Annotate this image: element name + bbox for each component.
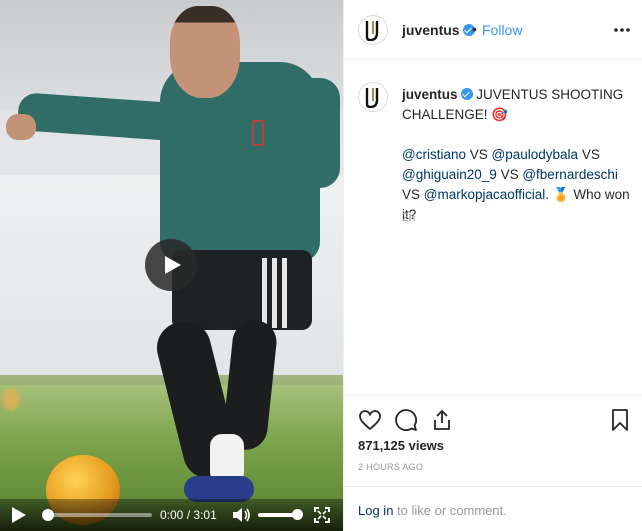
juventus-logo [365, 88, 379, 108]
post-sidebar: juventus • Follow juventus JUVENTUS SHOO… [343, 0, 642, 531]
target-emoji: 🎯 [491, 107, 509, 122]
caption-text: juventus JUVENTUS SHOOTING CHALLENGE! 🎯 … [402, 85, 633, 225]
player-arm [290, 78, 340, 188]
mention-link[interactable]: @paulodybala [492, 147, 579, 162]
post-video[interactable]: 0:00 / 3:01 [0, 0, 343, 531]
video-controls: 0:00 / 3:01 [0, 499, 343, 531]
mention-link[interactable]: @fbernardeschi [522, 167, 618, 182]
login-prompt: Log in to like or comment. [358, 503, 507, 518]
more-options-icon[interactable] [612, 20, 632, 40]
share-icon[interactable] [430, 408, 454, 432]
seek-bar[interactable] [42, 513, 152, 517]
login-suffix: to like or comment. [393, 503, 507, 518]
play-button[interactable] [145, 239, 197, 291]
player-hand [6, 114, 36, 140]
jersey-crest [252, 120, 264, 146]
post-header: juventus • Follow [344, 0, 642, 60]
mention-link[interactable]: @cristiano [402, 147, 466, 162]
mention-link[interactable]: @ghiguain20_9 [402, 167, 497, 182]
juventus-logo [365, 21, 379, 41]
caption-timestamp[interactable]: 2h [402, 210, 415, 224]
caption-username[interactable]: juventus [402, 87, 458, 102]
volume-icon[interactable] [233, 507, 251, 523]
comment-bar: Log in to like or comment. [344, 486, 642, 531]
follow-button[interactable]: Follow [482, 22, 522, 38]
login-link[interactable]: Log in [358, 503, 393, 518]
current-time: 0:00 [160, 508, 184, 522]
time-separator: / [186, 508, 191, 522]
play-icon [165, 256, 181, 274]
video-time: 0:00 / 3:01 [160, 508, 217, 522]
vs-text: VS [402, 187, 421, 202]
shorts-stripe [262, 258, 267, 328]
separator-dot: • [472, 21, 477, 37]
post-actions: 871,125 views 2 HOURS AGO Log in to like… [344, 395, 642, 531]
avatar[interactable] [358, 15, 388, 45]
player-head [170, 6, 240, 98]
vs-text: VS [500, 167, 519, 182]
seek-handle[interactable] [42, 509, 54, 521]
vs-text: VS [581, 147, 600, 162]
shorts-stripe [272, 258, 277, 328]
heart-icon[interactable] [358, 408, 382, 432]
medal-emoji: 🏅 [552, 187, 570, 202]
header-username[interactable]: juventus [402, 22, 475, 38]
volume-handle[interactable] [292, 509, 303, 520]
fullscreen-icon[interactable] [314, 507, 330, 523]
duration: 3:01 [193, 508, 217, 522]
verified-icon [460, 88, 473, 100]
mention-link[interactable]: @markopjacaofficial. [424, 187, 549, 202]
shorts-stripe [282, 258, 287, 328]
comment-icon[interactable] [394, 408, 418, 432]
vs-text: VS [469, 147, 488, 162]
bookmark-icon[interactable] [608, 408, 632, 432]
play-icon[interactable] [12, 507, 26, 523]
username-text[interactable]: juventus [402, 22, 460, 38]
post-timestamp[interactable]: 2 HOURS AGO [358, 462, 423, 472]
view-count[interactable]: 871,125 views [358, 438, 444, 453]
avatar[interactable] [358, 82, 388, 112]
